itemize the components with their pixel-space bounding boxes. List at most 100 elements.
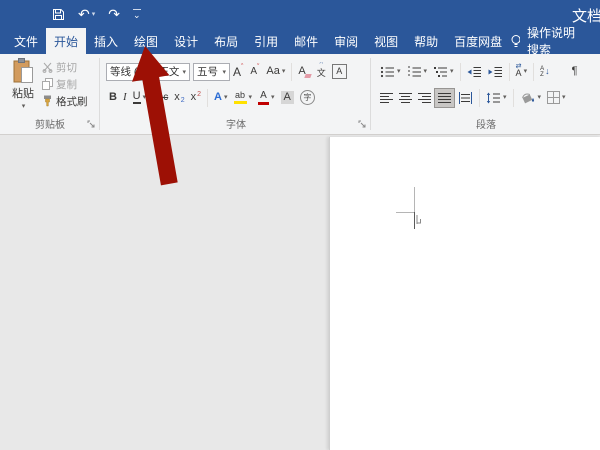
change-case-button[interactable]: Aa ▾ bbox=[263, 62, 288, 82]
paragraph-mark-icon bbox=[416, 214, 423, 225]
tab-design[interactable]: 设计 bbox=[166, 28, 206, 54]
chevron-down-icon: ▾ bbox=[249, 94, 253, 101]
phonetic-guide-button[interactable]: ˊˋ文 bbox=[314, 62, 329, 82]
decrease-indent-icon bbox=[467, 66, 482, 78]
shading-button[interactable]: ▾ bbox=[517, 88, 545, 108]
align-center-button[interactable] bbox=[396, 88, 415, 108]
paragraph-row-2: ▾ ▾ bbox=[377, 87, 569, 108]
shrink-font-button[interactable]: Aˇ bbox=[247, 62, 263, 82]
character-border-button[interactable]: A bbox=[329, 62, 350, 82]
chevron-down-icon: ▾ bbox=[538, 94, 542, 101]
tab-home[interactable]: 开始 bbox=[46, 28, 86, 54]
format-painter-button[interactable]: 格式刷 bbox=[42, 94, 88, 108]
chevron-down-icon: ▾ bbox=[219, 68, 226, 76]
title-bar: ↶ ▾ ↷ ⌄ 文档 bbox=[0, 0, 600, 28]
bullets-button[interactable]: ▾ bbox=[377, 62, 404, 82]
font-group: 等线 (中文正文) ▾ 五号 ▾ Aˆ Aˇ Aa ▾ bbox=[101, 54, 371, 134]
tell-me-search[interactable]: 操作说明搜索 bbox=[510, 28, 600, 54]
text-effects-button[interactable]: A ▾ bbox=[211, 88, 230, 108]
tab-mailings[interactable]: 邮件 bbox=[286, 28, 326, 54]
document-area[interactable] bbox=[0, 135, 600, 450]
align-left-button[interactable] bbox=[377, 88, 396, 108]
paragraph-group-label: 段落 bbox=[372, 116, 600, 131]
font-color-bar bbox=[258, 102, 269, 105]
chevron-down-icon: ▾ bbox=[22, 102, 26, 110]
tab-view[interactable]: 视图 bbox=[366, 28, 406, 54]
superscript-button[interactable]: x2 bbox=[188, 88, 204, 108]
align-center-icon bbox=[399, 92, 412, 104]
separator bbox=[533, 63, 534, 81]
tab-review[interactable]: 审阅 bbox=[326, 28, 366, 54]
tab-file[interactable]: 文件 bbox=[6, 28, 46, 54]
show-hide-marks-button[interactable]: ¶ bbox=[569, 62, 581, 82]
multilevel-list-icon bbox=[433, 66, 448, 78]
enclose-characters-button[interactable]: 字 bbox=[297, 88, 318, 108]
chevron-down-icon[interactable]: ▾ bbox=[92, 11, 96, 18]
format-painter-icon bbox=[42, 95, 53, 107]
clear-formatting-button[interactable]: A bbox=[295, 62, 313, 82]
paste-button[interactable]: 粘贴 ▾ bbox=[6, 58, 40, 110]
underline-button[interactable]: U ▾ bbox=[130, 88, 149, 108]
word-window: ↶ ▾ ↷ ⌄ 文档 文件 开始 插入 绘图 设计 布局 引用 邮件 审阅 视图… bbox=[0, 0, 600, 450]
chevron-down-icon: ▾ bbox=[524, 68, 528, 75]
separator bbox=[207, 89, 208, 107]
font-name-combobox[interactable]: 等线 (中文正文) ▾ bbox=[106, 63, 190, 81]
window-title: 文档 bbox=[572, 5, 600, 26]
grow-font-button[interactable]: Aˆ bbox=[230, 62, 247, 82]
multilevel-list-button[interactable]: ▾ bbox=[430, 62, 457, 82]
align-right-button[interactable] bbox=[415, 88, 434, 108]
redo-button[interactable]: ↷ bbox=[108, 7, 120, 21]
asian-layout-button[interactable]: ⇄A ▾ bbox=[513, 62, 531, 82]
save-button[interactable] bbox=[52, 8, 65, 21]
font-size-value: 五号 bbox=[197, 64, 218, 79]
paint-bucket-icon bbox=[520, 91, 536, 104]
italic-button[interactable]: I bbox=[120, 88, 130, 108]
font-color-button[interactable]: A ▾ bbox=[255, 88, 278, 108]
margin-crop-mark-vertical bbox=[414, 187, 415, 213]
quick-access-toolbar: ↶ ▾ ↷ ⌄ bbox=[52, 4, 141, 24]
clipboard-dialog-launcher[interactable] bbox=[87, 120, 96, 129]
sort-arrow-icon: ↓ bbox=[545, 67, 550, 76]
increase-indent-button[interactable] bbox=[485, 62, 506, 82]
tab-help[interactable]: 帮助 bbox=[406, 28, 446, 54]
chevron-down-icon: ⌄ bbox=[133, 11, 141, 20]
chevron-down-icon: ▾ bbox=[179, 68, 186, 76]
tab-baidu-netdisk[interactable]: 百度网盘 bbox=[446, 28, 510, 54]
copy-button[interactable]: 复制 bbox=[42, 77, 88, 91]
tab-insert[interactable]: 插入 bbox=[86, 28, 126, 54]
tab-layout[interactable]: 布局 bbox=[206, 28, 246, 54]
font-dialog-launcher[interactable] bbox=[358, 120, 367, 129]
decrease-indent-button[interactable] bbox=[464, 62, 485, 82]
strikethrough-button[interactable]: abc bbox=[149, 88, 171, 108]
line-spacing-button[interactable]: ▾ bbox=[483, 88, 510, 108]
undo-button[interactable]: ↶ ▾ bbox=[78, 7, 95, 21]
separator bbox=[460, 63, 461, 81]
numbering-button[interactable]: ▾ bbox=[404, 62, 431, 82]
scissors-icon bbox=[42, 62, 53, 73]
subscript-button[interactable]: x2 bbox=[171, 88, 187, 108]
bold-button[interactable]: B bbox=[106, 88, 120, 108]
distribute-button[interactable] bbox=[455, 88, 476, 108]
tab-references[interactable]: 引用 bbox=[246, 28, 286, 54]
chevron-down-icon: ▾ bbox=[397, 68, 401, 75]
document-page[interactable] bbox=[329, 137, 600, 450]
font-size-combobox[interactable]: 五号 ▾ bbox=[193, 63, 230, 81]
text-cursor bbox=[414, 212, 415, 229]
justify-button[interactable] bbox=[434, 88, 455, 108]
text-highlight-button[interactable]: ab ▾ bbox=[231, 88, 256, 108]
borders-grid-icon bbox=[547, 91, 560, 104]
chevron-down-icon: ▾ bbox=[562, 94, 566, 101]
character-shading-button[interactable]: A bbox=[278, 88, 297, 108]
customize-qat-button[interactable]: ⌄ bbox=[133, 9, 141, 20]
sort-button[interactable]: AZ ↓ bbox=[537, 62, 553, 82]
paste-label: 粘贴 bbox=[12, 85, 34, 101]
margin-crop-mark-horizontal bbox=[396, 212, 415, 213]
chevron-down-icon: ▾ bbox=[424, 68, 428, 75]
paragraph-group: ▾ ▾ ▾ bbox=[372, 54, 600, 134]
cut-button[interactable]: 剪切 bbox=[42, 60, 88, 74]
justify-icon bbox=[438, 92, 451, 104]
tab-draw[interactable]: 绘图 bbox=[126, 28, 166, 54]
bullet-list-icon bbox=[380, 66, 395, 78]
borders-button[interactable]: ▾ bbox=[544, 88, 569, 108]
chevron-down-icon: ▾ bbox=[224, 94, 228, 101]
